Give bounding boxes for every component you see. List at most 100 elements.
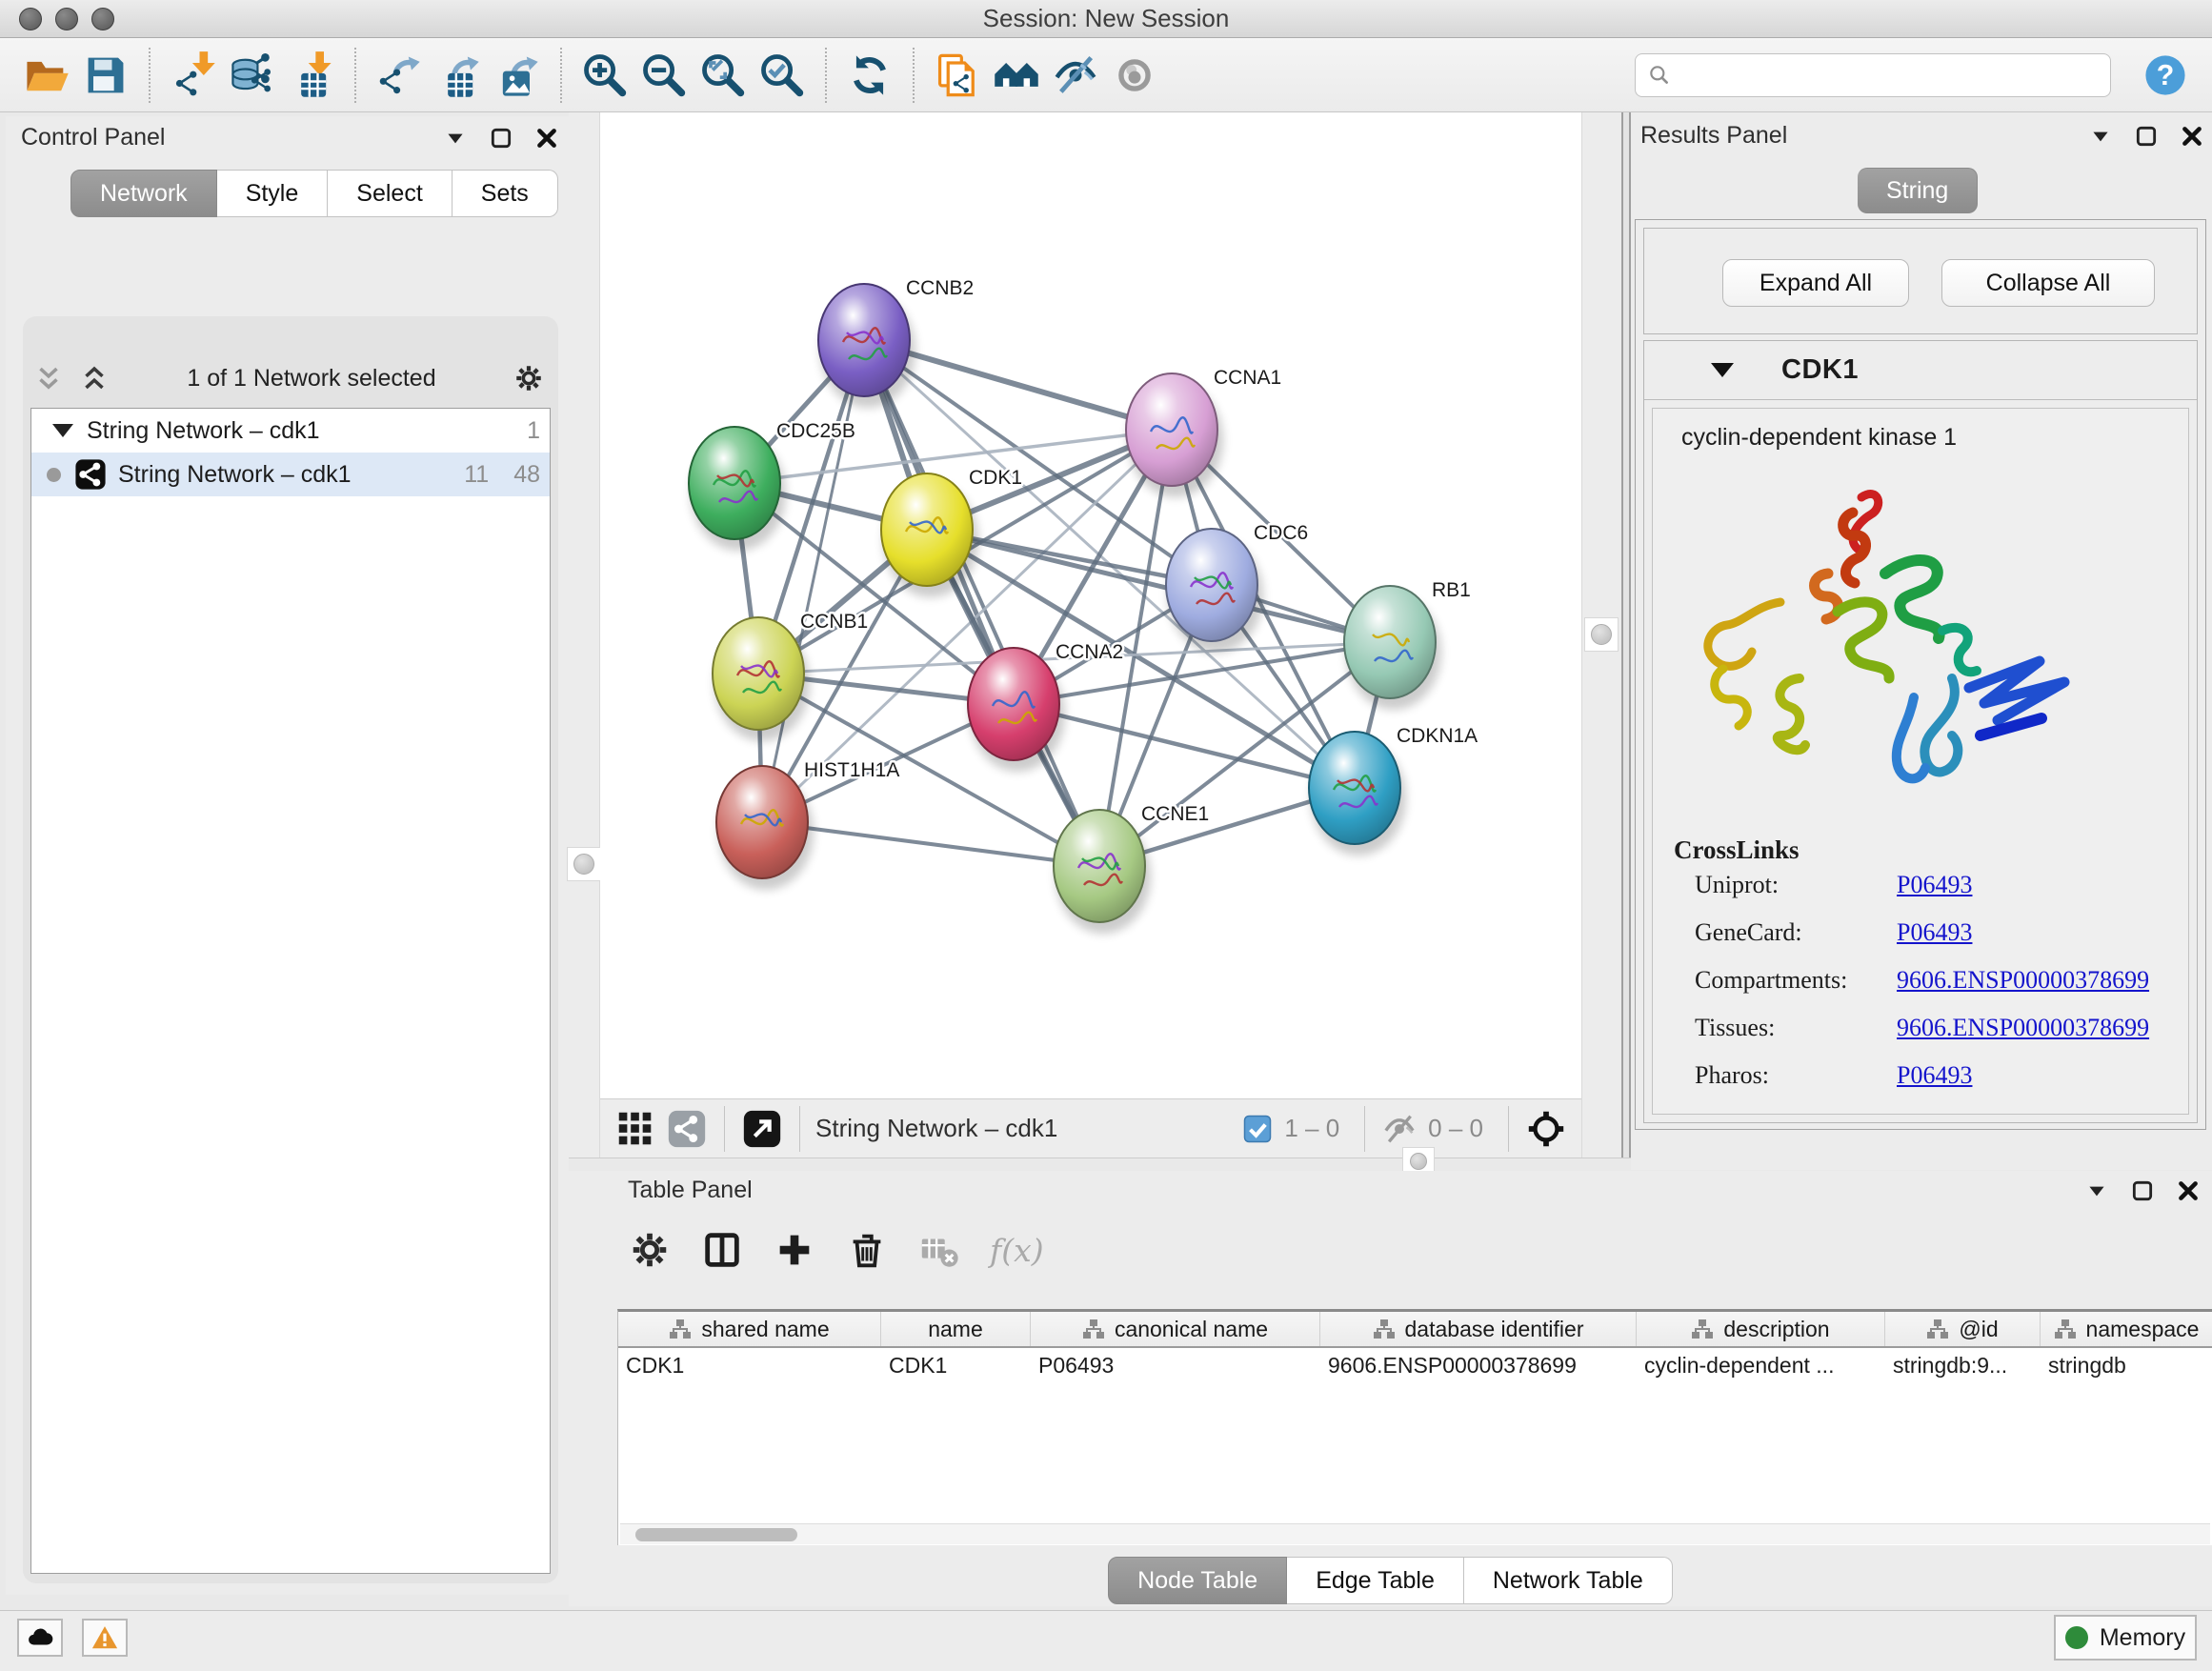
network-view[interactable]: CCNB2CCNB2CCNA1CCNA1CDC25BCDC25BCDK1CDK1… (600, 112, 1581, 1098)
delete-table-icon[interactable] (917, 1228, 961, 1272)
zoom-window-button[interactable] (91, 8, 114, 30)
minimize-window-button[interactable] (55, 8, 78, 30)
import-table-button[interactable] (282, 46, 341, 105)
tab-node-table[interactable]: Node Table (1108, 1557, 1287, 1604)
refresh-button[interactable] (840, 46, 899, 105)
close-window-button[interactable] (19, 8, 42, 30)
node-CCNB2[interactable]: CCNB2CCNB2 (818, 277, 974, 396)
node-CDC6[interactable]: CDC6CDC6 (1166, 522, 1308, 641)
collapse-all-button[interactable]: Collapse All (1941, 259, 2155, 307)
clone-network-button[interactable] (928, 46, 987, 105)
table-cell[interactable]: stringdb:9... (1885, 1348, 2041, 1383)
search-field[interactable] (1635, 53, 2111, 97)
node-CCNA1[interactable]: CCNA1CCNA1 (1126, 367, 1281, 486)
open-in-window-icon[interactable] (740, 1107, 784, 1151)
gear-icon[interactable] (513, 362, 545, 394)
edge-CCNB2-CCNE1[interactable] (864, 340, 1099, 866)
selected-checkbox-icon[interactable] (1240, 1112, 1275, 1146)
node-HIST1H1A[interactable]: HIST1H1AHIST1H1A (716, 759, 899, 878)
close-panel-icon[interactable] (2180, 124, 2204, 149)
table-row[interactable]: CDK1CDK1P064939606.ENSP00000378699cyclin… (618, 1348, 2212, 1383)
table-cell[interactable]: stringdb (2041, 1348, 2212, 1383)
table-cell[interactable]: cyclin-dependent ... (1637, 1348, 1885, 1383)
cdk1-entry-header[interactable]: CDK1 (1644, 341, 2197, 400)
column-header-description[interactable]: description (1637, 1312, 1885, 1346)
float-panel-icon[interactable] (2130, 1178, 2155, 1203)
node-CCNE1[interactable]: CCNE1CCNE1 (1054, 803, 1209, 922)
expand-all-icon[interactable] (78, 362, 111, 394)
column-header-name[interactable]: name (881, 1312, 1031, 1346)
export-image-button[interactable] (488, 46, 547, 105)
tab-string[interactable]: String (1858, 168, 1978, 213)
zoom-selected-button[interactable] (753, 46, 812, 105)
network-row[interactable]: String Network – cdk1 11 48 (31, 453, 550, 496)
edge-CCNB2-HIST1H1A[interactable] (762, 340, 864, 822)
home-button[interactable] (987, 46, 1046, 105)
tab-network-table[interactable]: Network Table (1464, 1557, 1673, 1604)
birds-eye-toggle-icon[interactable] (1524, 1107, 1568, 1151)
tab-sets[interactable]: Sets (452, 170, 558, 217)
column-header-database-identifier[interactable]: database identifier (1320, 1312, 1637, 1346)
tab-select[interactable]: Select (328, 170, 452, 217)
table-options-gear-icon[interactable] (628, 1228, 672, 1272)
show-columns-icon[interactable] (700, 1228, 744, 1272)
delete-column-icon[interactable] (845, 1228, 889, 1272)
open-session-button[interactable] (17, 46, 76, 105)
float-panel-icon[interactable] (489, 126, 513, 151)
warnings-button[interactable] (82, 1619, 128, 1657)
search-input[interactable] (1672, 62, 2091, 89)
export-table-button[interactable] (429, 46, 488, 105)
panel-menu-icon[interactable] (443, 126, 468, 151)
cloud-status-button[interactable] (17, 1619, 63, 1657)
node-CDK1[interactable]: CDK1CDK1 (881, 467, 1022, 586)
crosslink-value-link[interactable]: P06493 (1897, 1061, 1972, 1090)
crosslink-value-link[interactable]: 9606.ENSP00000378699 (1897, 1014, 2149, 1042)
zoom-fit-button[interactable] (694, 46, 753, 105)
node-RB1[interactable]: RB1RB1 (1344, 579, 1471, 698)
collapse-all-icon[interactable] (32, 362, 65, 394)
crosslink-value-link[interactable]: P06493 (1897, 871, 1972, 899)
column-header-shared-name[interactable]: shared name (618, 1312, 881, 1346)
expand-all-button[interactable]: Expand All (1722, 259, 1909, 307)
right-splitter-handle[interactable] (1584, 617, 1619, 652)
tab-style[interactable]: Style (217, 170, 329, 217)
table-horizontal-scrollbar[interactable] (620, 1523, 2210, 1544)
grid-view-icon[interactable] (613, 1107, 657, 1151)
zoom-in-button[interactable] (575, 46, 634, 105)
collapse-entry-icon[interactable] (1711, 363, 1734, 377)
network-collection-row[interactable]: String Network – cdk1 1 (31, 409, 550, 453)
table-cell[interactable]: P06493 (1031, 1348, 1320, 1383)
close-panel-icon[interactable] (2176, 1178, 2201, 1203)
hidden-eye-slash-icon[interactable] (1380, 1110, 1418, 1148)
panel-menu-icon[interactable] (2084, 1178, 2109, 1203)
import-network-button[interactable] (164, 46, 223, 105)
crosslink-value-link[interactable]: 9606.ENSP00000378699 (1897, 966, 2149, 995)
right-splitter[interactable] (1581, 112, 1621, 1170)
table-cell[interactable]: 9606.ENSP00000378699 (1320, 1348, 1637, 1383)
close-panel-icon[interactable] (534, 126, 559, 151)
network-overview-icon[interactable] (665, 1107, 709, 1151)
scrollbar-thumb[interactable] (635, 1528, 797, 1541)
column-header-canonical-name[interactable]: canonical name (1031, 1312, 1320, 1346)
left-splitter-handle[interactable] (567, 847, 601, 881)
show-all-button[interactable] (1105, 46, 1164, 105)
hide-selected-button[interactable] (1046, 46, 1105, 105)
column-header-namespace[interactable]: namespace (2041, 1312, 2212, 1346)
table-cell[interactable]: CDK1 (881, 1348, 1031, 1383)
left-splitter[interactable] (569, 112, 600, 1170)
tab-edge-table[interactable]: Edge Table (1287, 1557, 1464, 1604)
crosslink-value-link[interactable]: P06493 (1897, 918, 1972, 947)
results-splitter-bar[interactable] (1621, 112, 1631, 1170)
column-header--id[interactable]: @id (1885, 1312, 2041, 1346)
panel-menu-icon[interactable] (2088, 124, 2113, 149)
table-cell[interactable]: CDK1 (618, 1348, 881, 1383)
memory-button[interactable]: Memory (2054, 1615, 2197, 1661)
collapse-triangle-icon[interactable] (52, 424, 73, 437)
tab-network[interactable]: Network (70, 170, 217, 217)
zoom-out-button[interactable] (634, 46, 694, 105)
float-panel-icon[interactable] (2134, 124, 2159, 149)
import-database-button[interactable] (223, 46, 282, 105)
help-button[interactable]: ? (2136, 46, 2195, 105)
export-network-button[interactable] (370, 46, 429, 105)
add-column-icon[interactable] (773, 1228, 816, 1272)
